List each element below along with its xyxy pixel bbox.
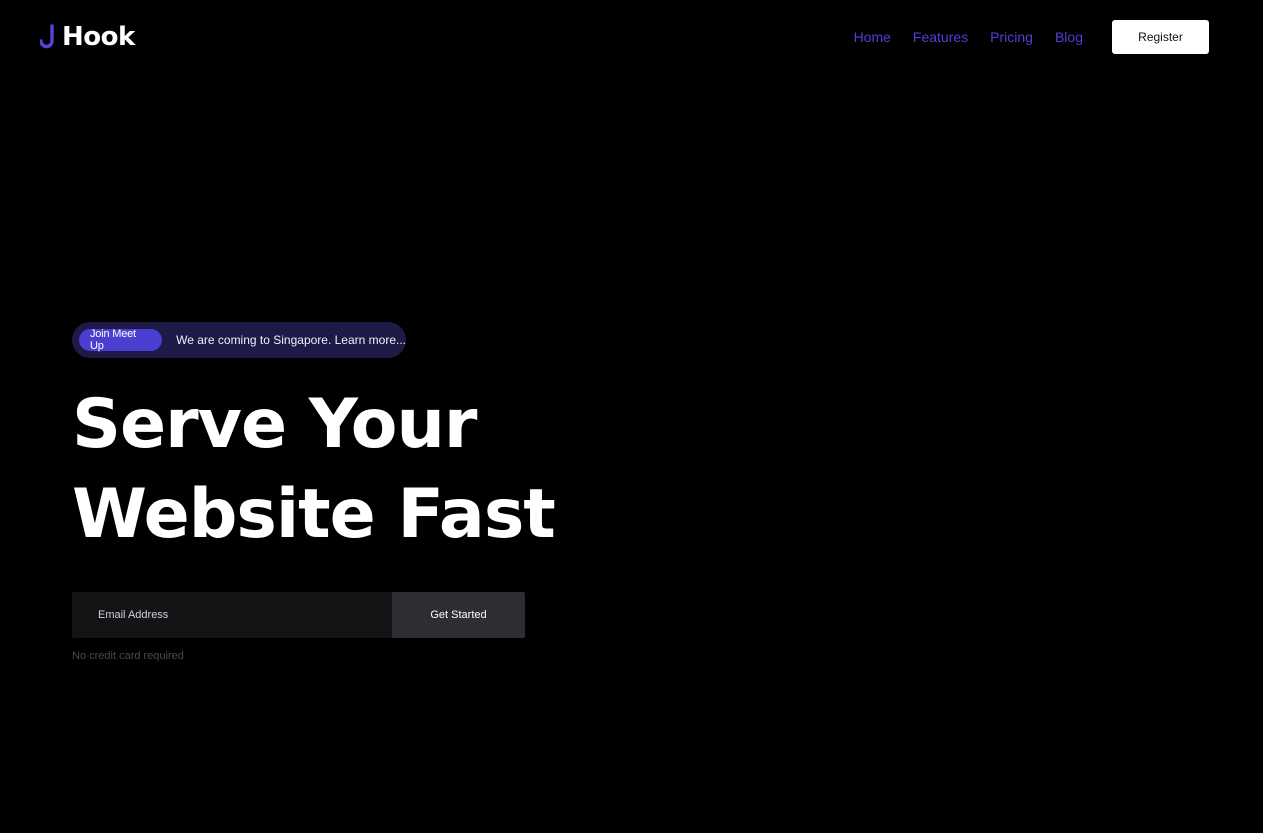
announcement-text[interactable]: We are coming to Singapore. Learn more..… bbox=[176, 333, 406, 347]
register-button[interactable]: Register bbox=[1112, 20, 1209, 54]
nav-link-blog[interactable]: Blog bbox=[1055, 28, 1083, 46]
nav-link-pricing[interactable]: Pricing bbox=[990, 28, 1033, 46]
nav-link-features[interactable]: Features bbox=[913, 28, 968, 46]
hero-title-line-2: Website Fast bbox=[72, 475, 556, 554]
meetup-badge[interactable]: Join Meet Up bbox=[79, 328, 163, 352]
no-credit-card-note: No credit card required bbox=[72, 650, 184, 662]
hook-icon bbox=[40, 24, 54, 49]
brand-name: Hook bbox=[62, 22, 135, 52]
get-started-button[interactable]: Get Started bbox=[392, 592, 525, 638]
nav-link-home[interactable]: Home bbox=[854, 28, 891, 46]
hero-title: Serve Your Website Fast bbox=[72, 380, 556, 560]
email-input[interactable] bbox=[72, 592, 392, 638]
signup-form: Get Started bbox=[72, 592, 525, 638]
hero-title-line-1: Serve Your bbox=[72, 385, 477, 464]
main-nav: Home Features Pricing Blog bbox=[854, 28, 1083, 46]
announcement-pill[interactable]: Join Meet Up We are coming to Singapore.… bbox=[72, 322, 406, 358]
brand-logo[interactable]: Hook bbox=[40, 22, 135, 52]
